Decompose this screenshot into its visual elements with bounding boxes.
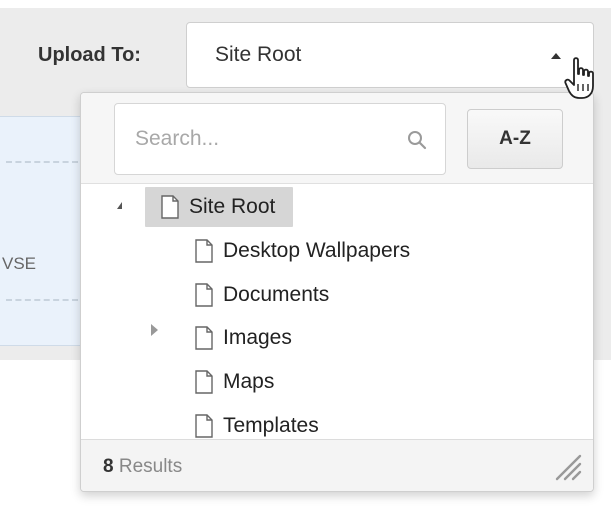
document-icon bbox=[195, 370, 213, 394]
document-icon bbox=[195, 414, 213, 438]
dropzone-browse-text[interactable]: VSE bbox=[2, 254, 36, 274]
upload-to-label: Upload To: bbox=[38, 44, 141, 66]
tree-item-templates[interactable]: Templates bbox=[195, 406, 319, 438]
search-icon bbox=[408, 131, 427, 150]
dropdown-search-input[interactable]: Search... bbox=[114, 103, 446, 175]
tree-item-maps[interactable]: Maps bbox=[195, 362, 274, 402]
tree-item-label: Images bbox=[223, 326, 292, 349]
file-dropzone[interactable] bbox=[0, 116, 88, 346]
caret-up-icon bbox=[551, 53, 561, 59]
tree-item-label: Templates bbox=[223, 414, 319, 437]
sort-az-button[interactable]: A-Z bbox=[467, 109, 563, 169]
tree-item-selected-highlight: Site Root bbox=[145, 187, 294, 227]
tree-item-label: Maps bbox=[223, 370, 275, 393]
tree-item-site-root[interactable]: Site Root bbox=[145, 187, 294, 227]
tree-item-label: Documents bbox=[223, 283, 330, 306]
document-icon bbox=[161, 195, 179, 219]
tree-item-label: Desktop Wallpapers bbox=[223, 239, 411, 262]
folder-tree: Site Root Desktop Wallpapers Documents I… bbox=[81, 184, 593, 438]
document-icon bbox=[195, 326, 213, 350]
resize-handle-icon[interactable] bbox=[553, 452, 583, 482]
destination-dropdown: Search... A-Z Site Root Desktop Wallpape… bbox=[80, 92, 594, 492]
dropzone-dashed-border-bottom bbox=[6, 299, 78, 301]
results-label: Results bbox=[113, 456, 183, 477]
results-count: 8 bbox=[103, 456, 114, 477]
upload-destination-select[interactable]: Site Root bbox=[186, 22, 594, 88]
tree-expand-toggle-icon[interactable] bbox=[151, 324, 158, 336]
hand-pointer-cursor-icon bbox=[564, 57, 594, 99]
search-placeholder: Search... bbox=[135, 127, 220, 150]
tree-item-desktop-wallpapers[interactable]: Desktop Wallpapers bbox=[195, 231, 410, 271]
upload-destination-value: Site Root bbox=[215, 43, 302, 66]
upload-widget: VSE Upload To: Site Root Search... A-Z S… bbox=[0, 0, 611, 508]
tree-item-images[interactable]: Images bbox=[195, 318, 292, 358]
document-icon bbox=[195, 239, 213, 263]
document-icon bbox=[195, 283, 213, 307]
results-summary: 8 Results bbox=[103, 456, 182, 478]
tree-item-label: Site Root bbox=[189, 195, 276, 218]
tree-collapse-toggle-icon[interactable] bbox=[117, 202, 122, 209]
dropdown-search-bar: Search... A-Z bbox=[81, 93, 593, 184]
tree-item-documents[interactable]: Documents bbox=[195, 275, 329, 315]
dropzone-dashed-border-top bbox=[6, 161, 78, 163]
dropdown-footer: 8 Results bbox=[81, 439, 593, 491]
